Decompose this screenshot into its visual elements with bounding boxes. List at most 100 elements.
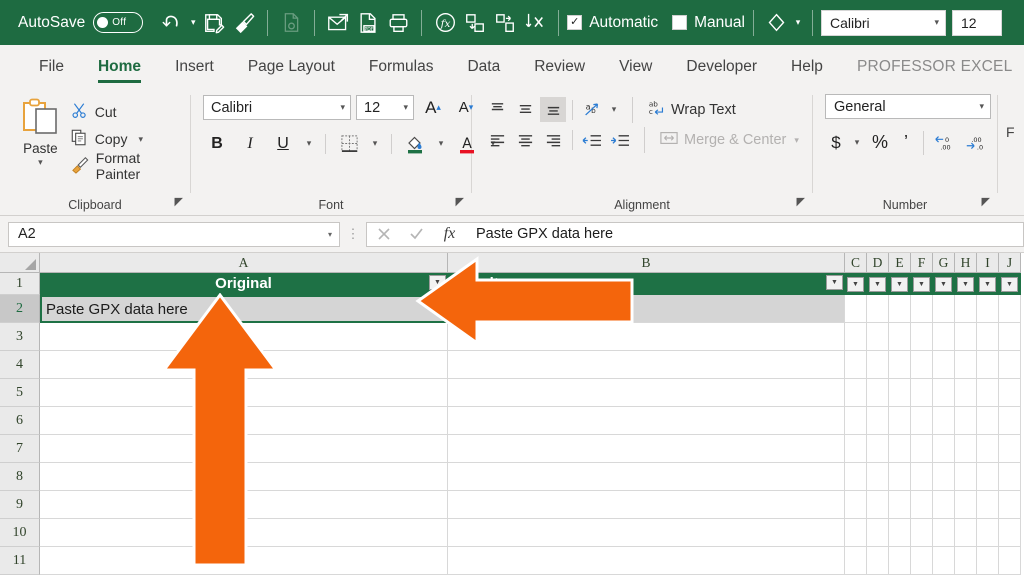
filter-button-j[interactable]: ▼ — [1001, 277, 1018, 292]
cell-f10[interactable] — [911, 519, 933, 547]
cell-c1[interactable]: ▼ — [845, 273, 867, 295]
filter-button-a[interactable]: ▼ — [429, 275, 446, 290]
cell-c6[interactable] — [845, 407, 867, 435]
cell-j7[interactable] — [999, 435, 1021, 463]
merge-center-dropdown-icon[interactable]: ▾ — [794, 135, 799, 146]
align-top-button[interactable] — [484, 97, 510, 122]
column-header-f[interactable]: F — [911, 253, 933, 273]
row-header-10[interactable]: 10 — [0, 519, 40, 547]
cell-g3[interactable] — [933, 323, 955, 351]
percent-format-button[interactable]: % — [867, 130, 893, 156]
cell-e7[interactable] — [889, 435, 911, 463]
paste-button[interactable]: Paste ▾ — [10, 94, 71, 168]
insert-function-icon[interactable]: fx — [433, 221, 466, 248]
align-center-button[interactable] — [512, 128, 538, 153]
cell-g5[interactable] — [933, 379, 955, 407]
qat-font-size-select[interactable]: 12 — [951, 9, 1002, 36]
column-header-c[interactable]: C — [845, 253, 867, 273]
decrease-decimal-button[interactable]: .00 .0 — [962, 130, 990, 156]
cell-h9[interactable] — [955, 491, 977, 519]
cell-g7[interactable] — [933, 435, 955, 463]
cell-f8[interactable] — [911, 463, 933, 491]
cell-f11[interactable] — [911, 547, 933, 575]
cell-e5[interactable] — [889, 379, 911, 407]
cell-e9[interactable] — [889, 491, 911, 519]
tab-formulas[interactable]: Formulas — [352, 45, 451, 88]
cell-f1[interactable]: ▼ — [911, 273, 933, 295]
cell-i4[interactable] — [977, 351, 999, 379]
cell-j5[interactable] — [999, 379, 1021, 407]
cell-g2[interactable] — [933, 295, 955, 323]
alignment-dialog-launcher[interactable]: ◤ — [797, 192, 805, 212]
calculation-automatic-checkbox[interactable]: ✓ Automatic — [567, 14, 658, 32]
cell-f9[interactable] — [911, 491, 933, 519]
underline-dropdown-icon[interactable]: ▾ — [302, 130, 316, 157]
filter-button-f[interactable]: ▼ — [913, 277, 930, 292]
select-all-button[interactable] — [0, 253, 40, 273]
filter-button-e[interactable]: ▼ — [891, 277, 908, 292]
format-painter-icon[interactable] — [229, 8, 259, 38]
cell-h5[interactable] — [955, 379, 977, 407]
cell-i5[interactable] — [977, 379, 999, 407]
cell-g10[interactable] — [933, 519, 955, 547]
font-dialog-launcher[interactable]: ◤ — [456, 192, 464, 212]
align-right-button[interactable] — [540, 128, 566, 153]
formula-input[interactable]: Paste GPX data here — [466, 221, 1024, 247]
cell-b11[interactable] — [448, 547, 845, 575]
cell-j10[interactable] — [999, 519, 1021, 547]
cell-b10[interactable] — [448, 519, 845, 547]
name-box[interactable]: A2 ▾ — [8, 221, 340, 247]
cell-j1[interactable]: ▼ — [999, 273, 1021, 295]
column-header-b[interactable]: B — [448, 253, 845, 273]
cell-c5[interactable] — [845, 379, 867, 407]
cell-d11[interactable] — [867, 547, 889, 575]
cell-b6[interactable] — [448, 407, 845, 435]
new-doc-icon[interactable] — [276, 8, 306, 38]
cell-a2[interactable]: Paste GPX data here — [40, 295, 448, 323]
column-header-d[interactable]: D — [867, 253, 889, 273]
cell-h6[interactable] — [955, 407, 977, 435]
row-header-1[interactable]: 1 — [0, 273, 40, 295]
column-header-i[interactable]: I — [977, 253, 999, 273]
print-icon[interactable] — [383, 8, 413, 38]
cell-h11[interactable] — [955, 547, 977, 575]
orientation-button[interactable]: a b — [579, 97, 605, 122]
cell-j4[interactable] — [999, 351, 1021, 379]
cell-e6[interactable] — [889, 407, 911, 435]
cell-b4[interactable] — [448, 351, 845, 379]
autosave-control[interactable]: AutoSave Off — [18, 12, 144, 33]
filter-button-b[interactable]: ▼ — [826, 275, 843, 290]
cell-j2[interactable] — [999, 295, 1021, 323]
cell-a8[interactable] — [40, 463, 448, 491]
cell-d8[interactable] — [867, 463, 889, 491]
fill-color-dropdown-icon[interactable]: ▾ — [434, 130, 448, 157]
cell-b1[interactable]: Result ▼ — [448, 273, 845, 295]
cell-d6[interactable] — [867, 407, 889, 435]
formula-icon[interactable]: fx — [430, 8, 460, 38]
cell-d4[interactable] — [867, 351, 889, 379]
cell-f5[interactable] — [911, 379, 933, 407]
cell-j6[interactable] — [999, 407, 1021, 435]
row-header-11[interactable]: 11 — [0, 547, 40, 575]
cell-b7[interactable] — [448, 435, 845, 463]
cell-j3[interactable] — [999, 323, 1021, 351]
cell-g8[interactable] — [933, 463, 955, 491]
cell-a3[interactable] — [40, 323, 448, 351]
cell-f7[interactable] — [911, 435, 933, 463]
cut-button[interactable]: Cut — [71, 100, 190, 124]
cell-h2[interactable] — [955, 295, 977, 323]
column-header-a[interactable]: A — [40, 253, 448, 273]
cell-h4[interactable] — [955, 351, 977, 379]
cell-c9[interactable] — [845, 491, 867, 519]
format-shape-dropdown-icon[interactable]: ▾ — [792, 8, 804, 38]
underline-button[interactable]: U — [269, 130, 297, 157]
cell-j8[interactable] — [999, 463, 1021, 491]
cell-i6[interactable] — [977, 407, 999, 435]
cell-i9[interactable] — [977, 491, 999, 519]
cell-f3[interactable] — [911, 323, 933, 351]
cell-d5[interactable] — [867, 379, 889, 407]
cell-d7[interactable] — [867, 435, 889, 463]
cell-e8[interactable] — [889, 463, 911, 491]
cell-i1[interactable]: ▼ — [977, 273, 999, 295]
number-dialog-launcher[interactable]: ◤ — [982, 192, 990, 212]
